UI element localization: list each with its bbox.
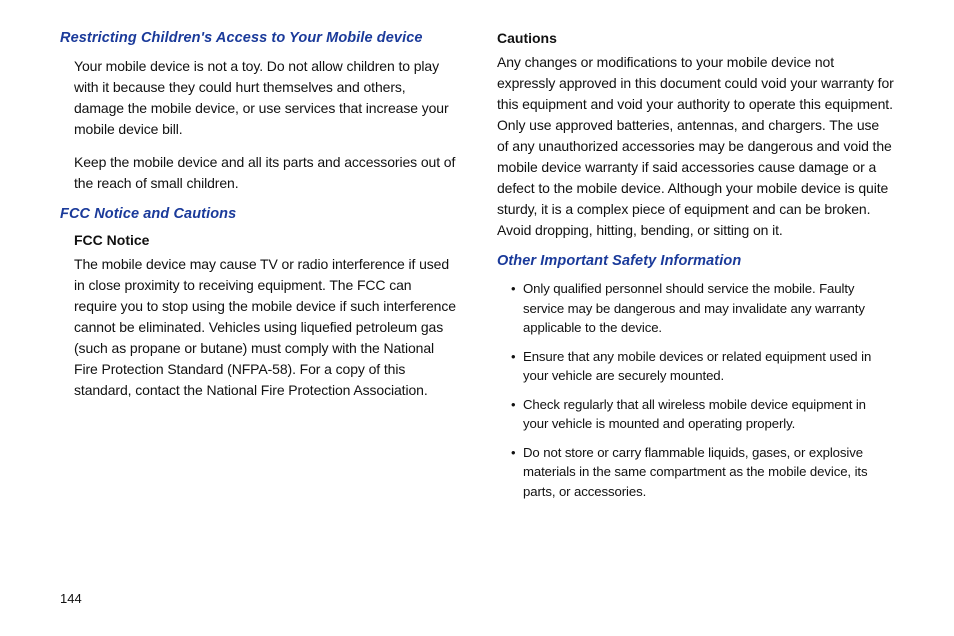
- list-item: Do not store or carry flammable liquids,…: [511, 443, 894, 502]
- subheading-fcc-notice: FCC Notice: [74, 232, 457, 248]
- list-item: Only qualified personnel should service …: [511, 279, 894, 338]
- subheading-cautions: Cautions: [497, 30, 894, 46]
- paragraph: Any changes or modifications to your mob…: [497, 52, 894, 241]
- paragraph: Keep the mobile device and all its parts…: [74, 152, 457, 194]
- paragraph: The mobile device may cause TV or radio …: [74, 254, 457, 401]
- left-column: Restricting Children's Access to Your Mo…: [60, 30, 457, 510]
- bullet-list-safety: Only qualified personnel should service …: [497, 279, 894, 501]
- list-item: Check regularly that all wireless mobile…: [511, 395, 894, 434]
- right-column: Cautions Any changes or modifications to…: [497, 30, 894, 510]
- paragraph: Your mobile device is not a toy. Do not …: [74, 56, 457, 140]
- page-number: 144: [60, 591, 82, 606]
- heading-other-safety: Other Important Safety Information: [497, 253, 894, 269]
- document-columns: Restricting Children's Access to Your Mo…: [60, 30, 894, 510]
- section-fcc-body: FCC Notice The mobile device may cause T…: [60, 232, 457, 401]
- list-item: Ensure that any mobile devices or relate…: [511, 347, 894, 386]
- section-restricting-body: Your mobile device is not a toy. Do not …: [60, 56, 457, 194]
- heading-restricting-access: Restricting Children's Access to Your Mo…: [60, 30, 457, 46]
- heading-fcc-notice: FCC Notice and Cautions: [60, 206, 457, 222]
